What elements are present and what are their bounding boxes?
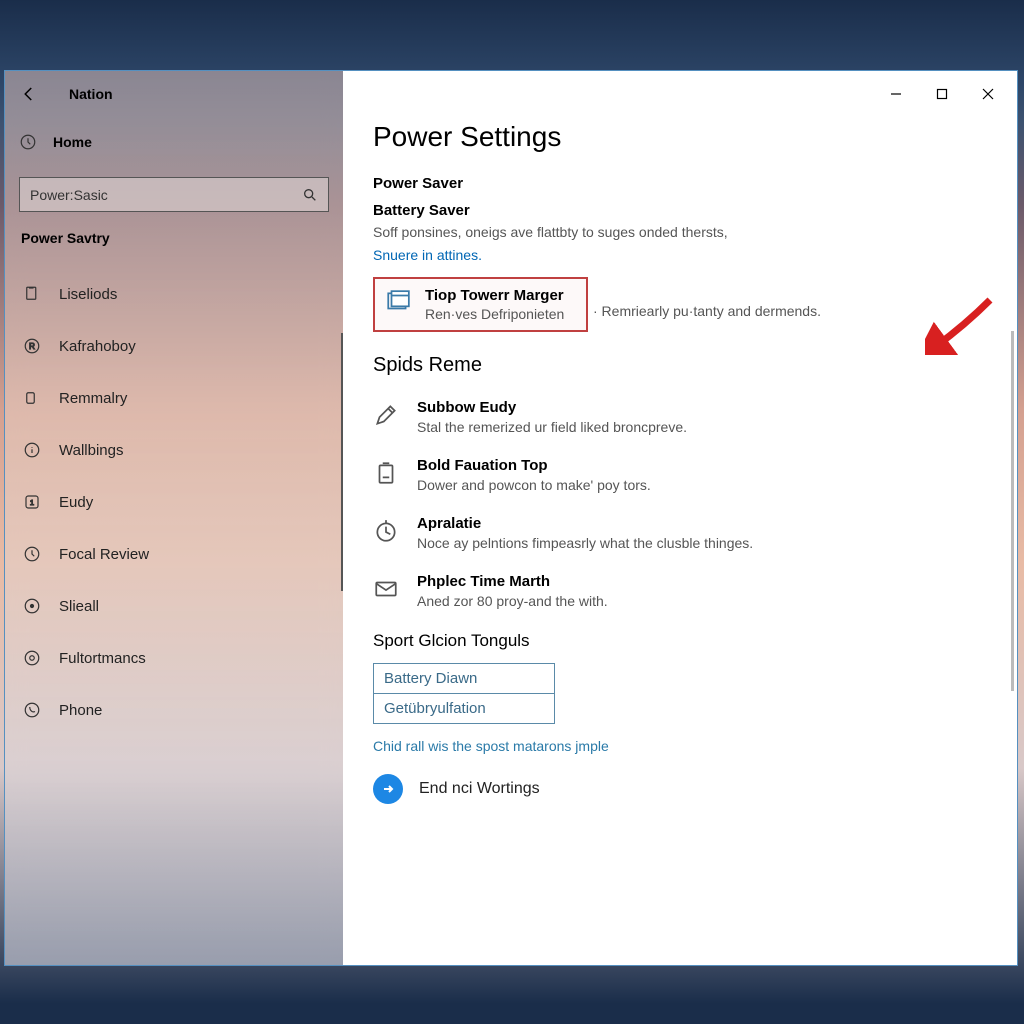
- nav-list: Liseliods R Kafrahoboy Remmalry Wallbing…: [19, 268, 329, 736]
- battery-icon: [373, 460, 399, 486]
- content: Power Settings Power Saver Battery Saver…: [343, 117, 1017, 804]
- highlighted-title: Tiop Towerr Marger: [425, 287, 576, 304]
- option-bold-fauation[interactable]: Bold Fauation Top Dower and powcon to ma…: [373, 457, 987, 493]
- option-subbow-eudy[interactable]: Subbow Eudy Stal the remerized ur field …: [373, 399, 987, 435]
- doc-icon: [23, 285, 41, 303]
- sport-glcion-heading: Sport Glcion Tonguls: [373, 631, 987, 651]
- sidebar-item-label: Phone: [59, 702, 102, 719]
- back-arrow-icon: [20, 85, 38, 103]
- num-icon: 1: [23, 493, 41, 511]
- dot-icon: [23, 597, 41, 615]
- clock-icon: [23, 545, 41, 563]
- sidebar-item-slieall[interactable]: Slieall: [19, 580, 329, 632]
- phone-icon: [23, 701, 41, 719]
- search-box[interactable]: [19, 177, 329, 212]
- close-icon: [982, 88, 994, 100]
- option-desc: Stal the remerized ur field liked broncp…: [417, 419, 987, 435]
- sidebar-item-kafrahoboy[interactable]: R Kafrahoboy: [19, 320, 329, 372]
- option-text: Subbow Eudy Stal the remerized ur field …: [417, 399, 987, 435]
- page-title: Power Settings: [373, 121, 987, 153]
- main-panel: Power Settings Power Saver Battery Saver…: [343, 71, 1017, 965]
- option-text: Phplec Time Marth Aned zor 80 proy-and t…: [417, 573, 987, 609]
- highlighted-desc: Ren·ves Defriponieten: [425, 306, 576, 322]
- pencil-icon: [373, 402, 399, 428]
- svg-text:R: R: [29, 342, 35, 351]
- power-saver-heading: Power Saver: [373, 175, 987, 192]
- option-desc: Dower and powcon to make' poy tors.: [417, 477, 987, 493]
- battery-saver-heading: Battery Saver: [373, 202, 987, 219]
- sidebar-item-fultortmancs[interactable]: Fultortmancs: [19, 632, 329, 684]
- search-input[interactable]: [30, 187, 302, 203]
- home-icon: [19, 133, 37, 151]
- info-icon: [23, 441, 41, 459]
- clock2-icon: [373, 518, 399, 544]
- sidebar-body: Home Power Savtry Liseliods R Kafrahoboy: [5, 117, 343, 736]
- sidebar-item-focal-review[interactable]: Focal Review: [19, 528, 329, 580]
- option-phplec-time[interactable]: Phplec Time Marth Aned zor 80 proy-and t…: [373, 573, 987, 609]
- battery-saver-desc: Soff ponsines, oneigs ave flattbty to su…: [373, 223, 987, 243]
- titlebar-left: Nation: [5, 71, 343, 117]
- option-title: Apralatie: [417, 515, 987, 532]
- mail-icon: [373, 576, 399, 602]
- sidebar-item-label: Remmalry: [59, 390, 127, 407]
- window-icon: [385, 289, 411, 315]
- circle-r-icon: R: [23, 337, 41, 355]
- sidebar-item-liseliods[interactable]: Liseliods: [19, 268, 329, 320]
- rect-icon: [23, 389, 41, 407]
- option-title: Phplec Time Marth: [417, 573, 987, 590]
- highlighted-option[interactable]: Tiop Towerr Marger Ren·ves Defriponieten: [373, 277, 588, 332]
- option-title: Bold Fauation Top: [417, 457, 987, 474]
- sidebar-item-phone[interactable]: Phone: [19, 684, 329, 736]
- option-text: Bold Fauation Top Dower and powcon to ma…: [417, 457, 987, 493]
- arrow-circle-icon: [373, 774, 403, 804]
- sidebar-item-label: Focal Review: [59, 546, 149, 563]
- maximize-icon: [936, 88, 948, 100]
- related-box: Battery Diawn Getübryulfation: [373, 663, 555, 724]
- window-controls: [343, 71, 1017, 117]
- end-wortings-label: End nci Wortings: [419, 780, 540, 798]
- end-wortings-action[interactable]: End nci Wortings: [373, 774, 987, 804]
- minimize-icon: [890, 88, 902, 100]
- app-title: Nation: [69, 86, 113, 102]
- sidebar-item-remmalry[interactable]: Remmalry: [19, 372, 329, 424]
- sidebar-home[interactable]: Home: [19, 123, 329, 161]
- sidebar-item-label: Kafrahoboy: [59, 338, 136, 355]
- option-desc: Aned zor 80 proy-and the with.: [417, 593, 987, 609]
- arrow-right-icon: [381, 782, 395, 796]
- minimize-button[interactable]: [873, 78, 919, 110]
- option-desc: Noce ay pelntions fimpeasrly what the cl…: [417, 535, 987, 551]
- help-link[interactable]: Chid rall wis the spost matarons jmple: [373, 738, 987, 754]
- main-scrollbar[interactable]: [1011, 331, 1014, 691]
- snuere-link[interactable]: Snuere in attines.: [373, 247, 482, 263]
- related-battery-diawn[interactable]: Battery Diawn: [374, 664, 554, 694]
- sidebar-item-wallbings[interactable]: Wallbings: [19, 424, 329, 476]
- sidebar-item-label: Wallbings: [59, 442, 123, 459]
- highlighted-desc-extra: · Remriearly pu·tanty and dermends.: [593, 303, 821, 319]
- sidebar: Nation Home Power Savtry Liseliods R Kaf…: [5, 71, 343, 965]
- option-apralatie[interactable]: Apralatie Noce ay pelntions fimpeasrly w…: [373, 515, 987, 551]
- spids-reme-heading: Spids Reme: [373, 354, 987, 377]
- close-button[interactable]: [965, 78, 1011, 110]
- related-getubryulfation[interactable]: Getübryulfation: [374, 694, 554, 723]
- home-label: Home: [53, 134, 92, 150]
- option-title: Subbow Eudy: [417, 399, 987, 416]
- sidebar-section-header: Power Savtry: [19, 230, 329, 246]
- sidebar-item-label: Fultortmancs: [59, 650, 146, 667]
- settings-window: Nation Home Power Savtry Liseliods R Kaf…: [4, 70, 1018, 966]
- sidebar-item-label: Liseliods: [59, 286, 117, 303]
- sidebar-item-label: Eudy: [59, 494, 93, 511]
- search-icon: [302, 187, 318, 203]
- svg-text:1: 1: [30, 498, 34, 507]
- sidebar-item-eudy[interactable]: 1 Eudy: [19, 476, 329, 528]
- maximize-button[interactable]: [919, 78, 965, 110]
- option-text: Apralatie Noce ay pelntions fimpeasrly w…: [417, 515, 987, 551]
- gear-icon: [23, 649, 41, 667]
- back-button[interactable]: [17, 82, 41, 106]
- highlighted-text: Tiop Towerr Marger Ren·ves Defriponieten: [425, 287, 576, 322]
- sidebar-item-label: Slieall: [59, 598, 99, 615]
